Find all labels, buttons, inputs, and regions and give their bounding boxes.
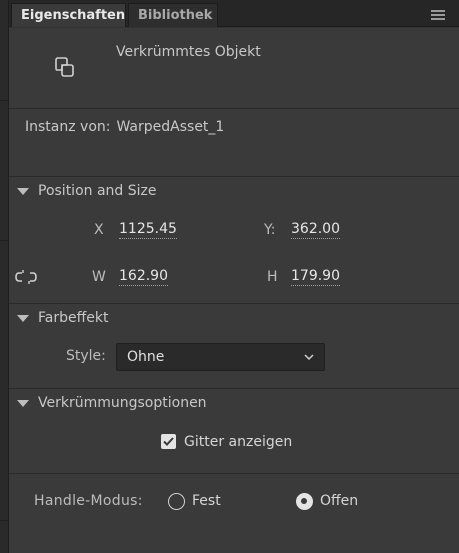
section-title: Position and Size: [38, 183, 157, 199]
y-value-field[interactable]: 362.00: [291, 221, 340, 239]
tab-bibliothek[interactable]: Bibliothek: [128, 3, 218, 27]
divider: [9, 176, 459, 177]
section-title: Farbeffekt: [38, 310, 109, 326]
divider: [9, 473, 459, 474]
x-value-field[interactable]: 1125.45: [119, 221, 177, 239]
collapse-triangle-icon[interactable]: [17, 399, 29, 407]
instance-label: Instanz von:: [25, 119, 111, 135]
y-label: Y:: [264, 222, 276, 238]
handle-mode-fest-label[interactable]: Fest: [192, 493, 221, 509]
handle-mode-label: Handle-Modus:: [34, 493, 143, 509]
show-grid-checkbox[interactable]: [161, 434, 176, 449]
h-label: H: [267, 269, 278, 285]
style-label: Style:: [66, 348, 106, 364]
left-dock-edge: [0, 0, 9, 553]
divider: [9, 303, 459, 304]
instance-value: WarpedAsset_1: [116, 119, 225, 135]
style-dropdown[interactable]: Ohne: [116, 343, 325, 371]
object-type-label: Verkrümmtes Objekt: [116, 44, 261, 60]
checkmark-icon: [163, 437, 174, 446]
instance-row: Instanz von: WarpedAsset_1: [25, 119, 224, 135]
x-label: X: [94, 222, 104, 238]
section-position-size[interactable]: Position and Size: [17, 183, 157, 199]
divider: [9, 388, 459, 389]
collapse-triangle-icon[interactable]: [17, 187, 29, 195]
h-value-field[interactable]: 179.90: [291, 268, 340, 286]
handle-mode-fest-radio[interactable]: [168, 493, 185, 510]
chain-link-icon[interactable]: [15, 268, 37, 286]
handle-mode-offen-label[interactable]: Offen: [320, 493, 358, 509]
w-label: W: [92, 269, 106, 285]
style-selected-value: Ohne: [127, 349, 165, 365]
w-value-field[interactable]: 162.90: [119, 268, 168, 286]
collapse-triangle-icon[interactable]: [17, 314, 29, 322]
warped-shape-icon: [55, 57, 74, 77]
tab-bar: Eigenschaften Bibliothek: [9, 0, 459, 27]
section-title: Verkrümmungsoptionen: [38, 395, 207, 411]
properties-panel: Verkrümmtes Objekt Instanz von: WarpedAss…: [9, 28, 459, 553]
section-warp-options[interactable]: Verkrümmungsoptionen: [17, 395, 207, 411]
handle-mode-offen-radio[interactable]: [296, 493, 313, 510]
properties-window: Eigenschaften Bibliothek Verkrümmtes Obj…: [0, 0, 459, 553]
show-grid-label[interactable]: Gitter anzeigen: [184, 434, 292, 450]
chevron-down-icon: [304, 354, 314, 361]
divider: [9, 108, 459, 109]
section-color-effect[interactable]: Farbeffekt: [17, 310, 108, 326]
tab-eigenschaften[interactable]: Eigenschaften: [11, 3, 126, 27]
panel-menu-icon[interactable]: [431, 10, 445, 20]
